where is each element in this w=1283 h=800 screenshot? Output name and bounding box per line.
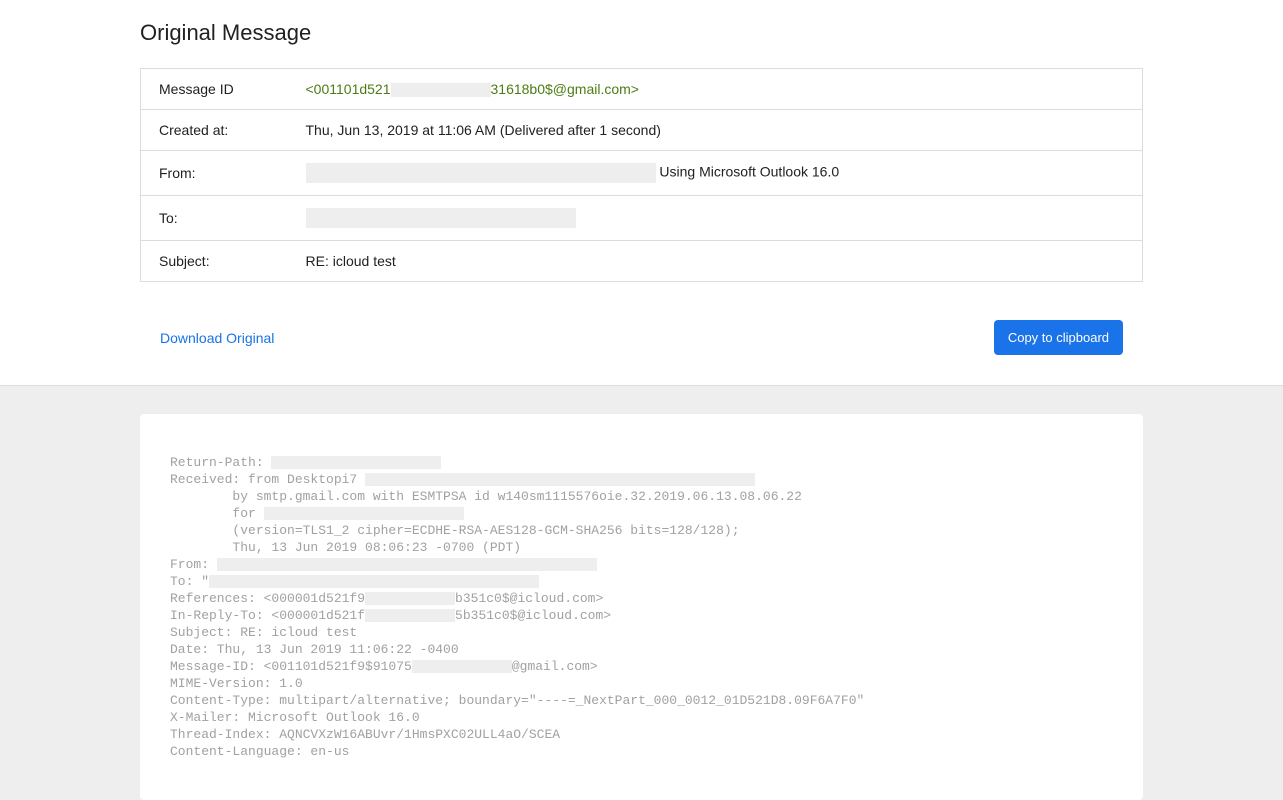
row-from: From: Using Microsoft Outlook 16.0 [141, 151, 1143, 196]
from-suffix: Using Microsoft Outlook 16.0 [656, 164, 840, 180]
redacted-block [412, 660, 512, 673]
raw-line: References: <000001d521f9 [170, 591, 365, 606]
raw-line: b351c0$@icloud.com> [455, 591, 603, 606]
raw-line: 5b351c0$@icloud.com> [455, 608, 611, 623]
raw-line: by smtp.gmail.com with ESMTPSA id w140sm… [170, 489, 802, 504]
value-created-at: Thu, Jun 13, 2019 at 11:06 AM (Delivered… [306, 110, 1143, 151]
raw-line: Thread-Index: AQNCVXzW16ABUvr/1HmsPXC02U… [170, 727, 560, 742]
value-to [306, 196, 1143, 241]
raw-line: (version=TLS1_2 cipher=ECDHE-RSA-AES128-… [170, 523, 740, 538]
redacted-block [209, 575, 539, 588]
raw-line: Content-Type: multipart/alternative; bou… [170, 693, 864, 708]
raw-line: for [170, 506, 264, 521]
row-to: To: [141, 196, 1143, 241]
row-message-id: Message ID <001101d521 31618b0$@gmail.com… [141, 69, 1143, 110]
redacted-block [264, 507, 464, 520]
action-row: Download Original Copy to clipboard [140, 320, 1143, 355]
redacted-block [365, 473, 755, 486]
raw-section: Return-Path: Received: from Desktopi7 by… [0, 385, 1283, 800]
raw-line: From: [170, 557, 217, 572]
raw-line: Thu, 13 Jun 2019 08:06:23 -0700 (PDT) [170, 540, 521, 555]
raw-headers-content: Return-Path: Received: from Desktopi7 by… [170, 454, 1113, 760]
value-subject: RE: icloud test [306, 241, 1143, 282]
raw-line: Content-Language: en-us [170, 744, 349, 759]
raw-line: Message-ID: <001101d521f9$91075 [170, 659, 412, 674]
label-message-id: Message ID [141, 69, 306, 110]
message-id-suffix: 31618b0$@gmail.com> [491, 81, 639, 97]
row-subject: Subject: RE: icloud test [141, 241, 1143, 282]
metadata-table: Message ID <001101d521 31618b0$@gmail.com… [140, 68, 1143, 282]
raw-line: Date: Thu, 13 Jun 2019 11:06:22 -0400 [170, 642, 459, 657]
raw-line: Subject: RE: icloud test [170, 625, 357, 640]
label-from: From: [141, 151, 306, 196]
page-title: Original Message [140, 20, 1143, 46]
value-from: Using Microsoft Outlook 16.0 [306, 151, 1143, 196]
redacted-block [365, 609, 455, 622]
raw-line: X-Mailer: Microsoft Outlook 16.0 [170, 710, 420, 725]
raw-card: Return-Path: Received: from Desktopi7 by… [140, 414, 1143, 800]
copy-to-clipboard-button[interactable]: Copy to clipboard [994, 320, 1123, 355]
download-original-link[interactable]: Download Original [160, 330, 274, 346]
raw-line: Received: from Desktopi7 [170, 472, 365, 487]
row-created-at: Created at: Thu, Jun 13, 2019 at 11:06 A… [141, 110, 1143, 151]
raw-line: To: " [170, 574, 209, 589]
redacted-block [271, 456, 441, 469]
redacted-block [217, 558, 597, 571]
redacted-block [365, 592, 455, 605]
redacted-block [306, 208, 576, 228]
label-to: To: [141, 196, 306, 241]
value-message-id: <001101d521 31618b0$@gmail.com> [306, 69, 1143, 110]
raw-line: Return-Path: [170, 455, 271, 470]
redacted-block [391, 83, 491, 97]
label-created-at: Created at: [141, 110, 306, 151]
raw-line: @gmail.com> [512, 659, 598, 674]
raw-line: In-Reply-To: <000001d521f [170, 608, 365, 623]
redacted-block [306, 163, 656, 183]
raw-line: MIME-Version: 1.0 [170, 676, 303, 691]
message-id-prefix: <001101d521 [306, 81, 391, 97]
label-subject: Subject: [141, 241, 306, 282]
